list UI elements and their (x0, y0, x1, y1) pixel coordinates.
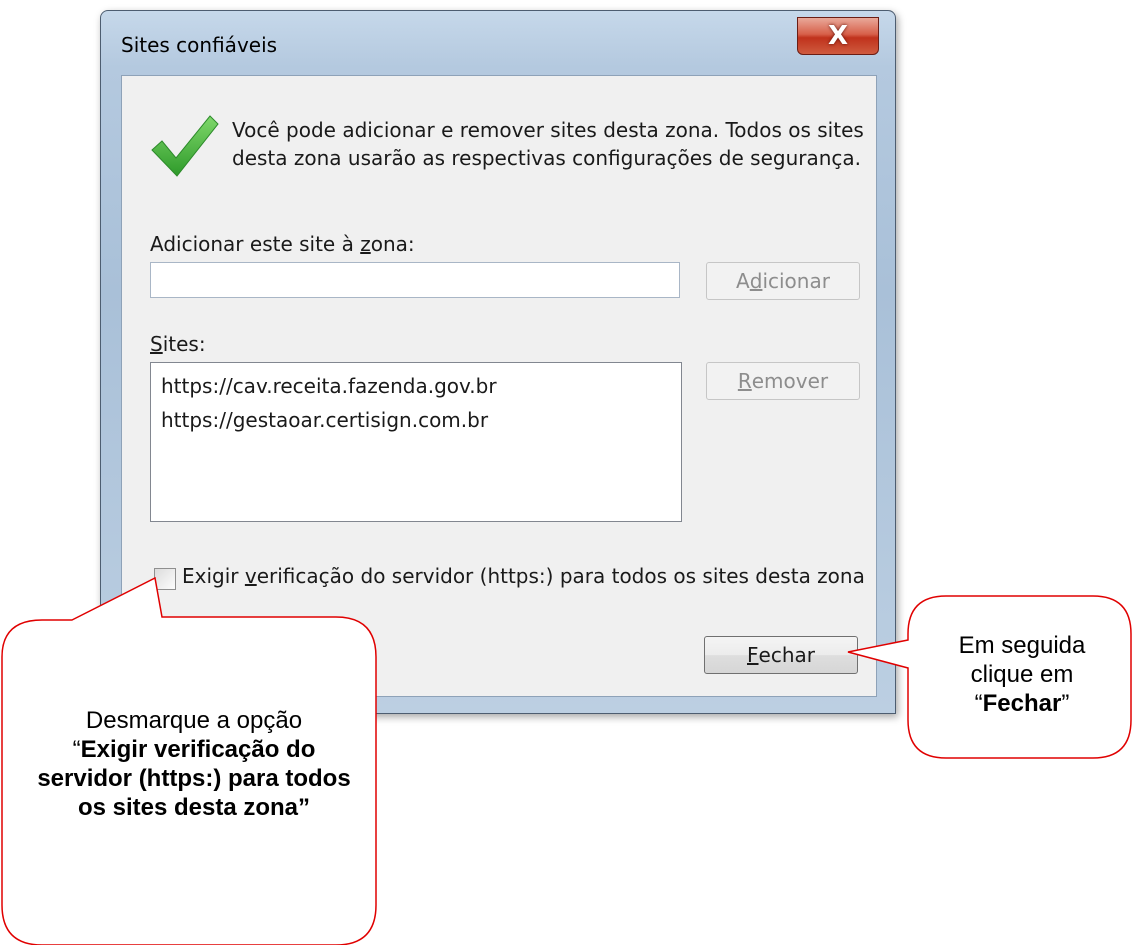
close-button[interactable]: Fechar (704, 636, 858, 674)
close-glyph: X (827, 21, 849, 51)
close-btn-hotkey: F (747, 643, 759, 667)
sites-label-hotkey: S (150, 332, 163, 356)
remove-btn-hotkey: R (737, 369, 752, 393)
left-callout-bold: Exigir verificação do servidor (https:) … (37, 736, 351, 821)
close-btn-suffix: echar (758, 643, 815, 667)
list-item[interactable]: https://gestaoar.certisign.com.br (161, 403, 671, 437)
left-callout-open-quote: “ (72, 736, 81, 763)
require-https-label[interactable]: Exigir verificação do servidor (https:) … (182, 564, 865, 588)
add-site-label: Adicionar este site à zona: (150, 232, 415, 256)
left-callout-line1: Desmarque a opção (85, 707, 303, 734)
left-callout-text: Desmarque a opção “Exigir verificação do… (30, 706, 358, 822)
right-callout-line1: Em seguida (958, 632, 1086, 659)
add-label-hotkey: z (360, 232, 371, 256)
close-icon[interactable]: X (797, 17, 879, 55)
remove-btn-suffix: emover (751, 369, 829, 393)
remove-button[interactable]: Remover (706, 362, 860, 400)
add-label-prefix: Adicionar este site à (150, 232, 361, 256)
site-url-input[interactable] (150, 262, 680, 298)
trusted-sites-dialog: Sites confiáveis X Você pode adicionar e… (100, 10, 896, 714)
right-callout-line2: clique em (970, 661, 1074, 688)
dialog-body: Você pode adicionar e remover sites dest… (121, 75, 877, 697)
add-btn-suffix: icionar (762, 269, 830, 293)
right-callout-text: Em seguida clique em “Fechar” (914, 631, 1130, 718)
right-callout-open-quote: “ (974, 690, 983, 717)
window-title: Sites confiáveis (121, 33, 278, 57)
green-checkmark-icon (151, 115, 219, 177)
right-callout-close-quote: ” (1061, 690, 1070, 717)
sites-list[interactable]: https://cav.receita.fazenda.gov.br https… (150, 362, 682, 522)
list-item[interactable]: https://cav.receita.fazenda.gov.br (161, 369, 671, 403)
add-button[interactable]: Ad icionar (706, 262, 860, 300)
sites-label: Sites: (150, 332, 206, 356)
sites-label-suffix: ites: (162, 332, 206, 356)
add-btn-prefix: A (736, 269, 750, 293)
https-label-hotkey: v (244, 564, 257, 588)
require-https-checkbox[interactable] (154, 568, 176, 590)
add-label-suffix: ona: (370, 232, 415, 256)
right-callout-bold: Fechar (982, 690, 1062, 717)
intro-text: Você pode adicionar e remover sites dest… (232, 118, 864, 170)
title-bar[interactable]: Sites confiáveis X (101, 11, 895, 67)
https-label-prefix: Exigir (182, 564, 245, 588)
add-btn-hotkey: d (749, 269, 763, 293)
https-label-suffix: erificação do servidor (https:) para tod… (256, 564, 865, 588)
